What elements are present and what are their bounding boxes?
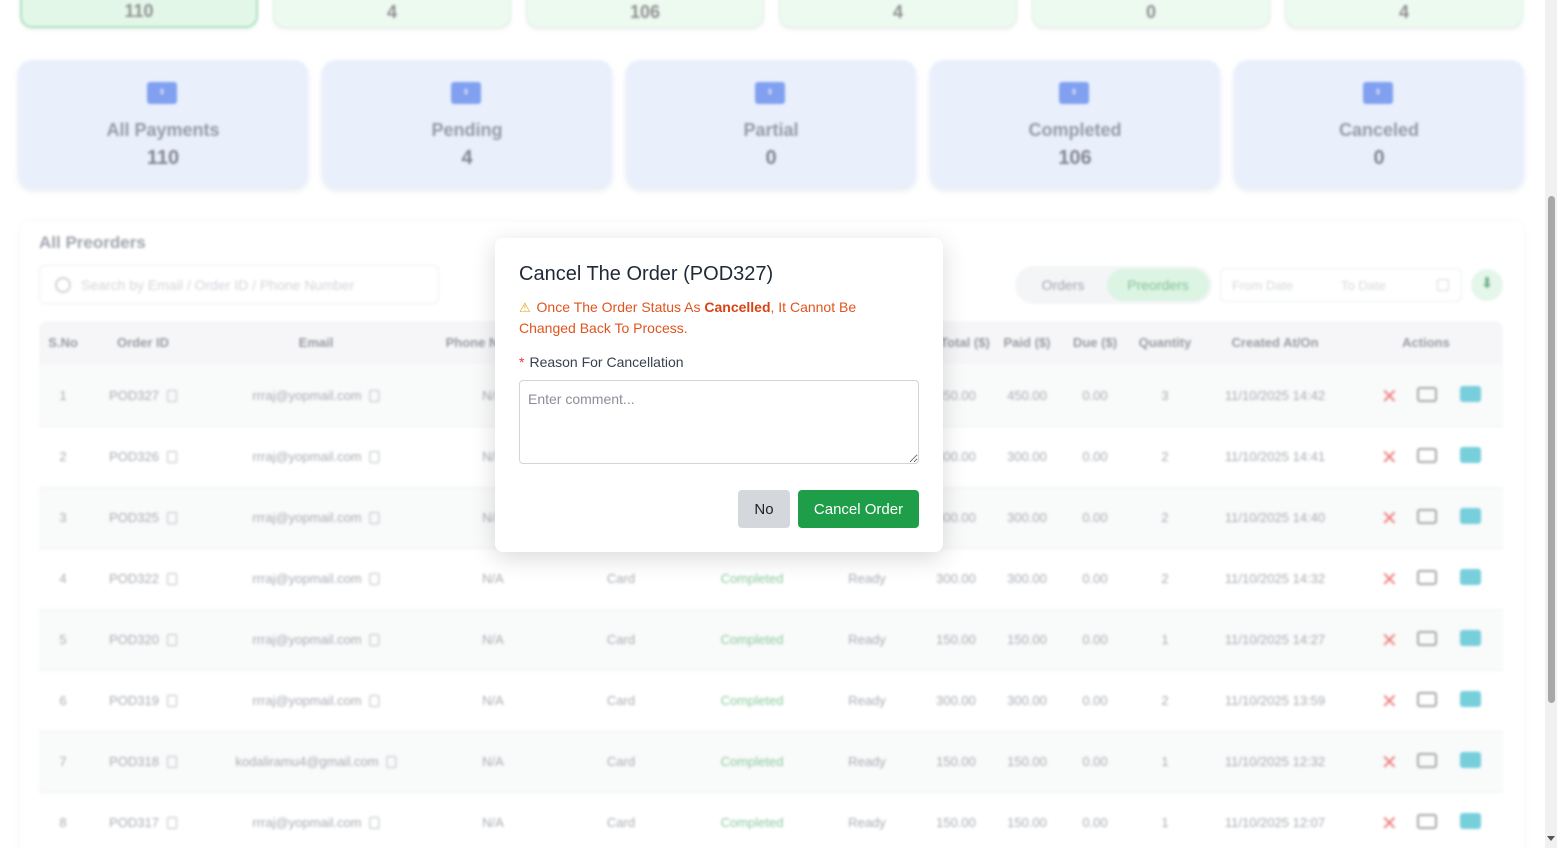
scrollbar[interactable] <box>1545 0 1557 848</box>
required-mark: * <box>519 354 525 370</box>
scrollbar-thumb[interactable] <box>1548 196 1555 703</box>
page: 110 4 106 4 0 4 $ All Payments 110 $ Pen… <box>0 0 1557 848</box>
reason-label: * Reason For Cancellation <box>519 354 684 370</box>
warning-prefix: Once The Order Status As <box>536 299 705 315</box>
reason-label-text: Reason For Cancellation <box>529 354 684 370</box>
warning-message: ⚠ Once The Order Status As Cancelled, It… <box>519 297 909 338</box>
scroll-down-arrow-icon[interactable] <box>1547 836 1555 841</box>
warning-triangle-icon: ⚠ <box>519 300 531 315</box>
warning-status: Cancelled <box>704 299 771 315</box>
cancel-order-modal: Cancel The Order (POD327) ⚠ Once The Ord… <box>495 238 943 552</box>
cancel-order-button[interactable]: Cancel Order <box>798 490 919 528</box>
reason-comment-input[interactable] <box>519 380 919 464</box>
no-button[interactable]: No <box>738 490 790 528</box>
modal-title: Cancel The Order (POD327) <box>519 263 774 285</box>
